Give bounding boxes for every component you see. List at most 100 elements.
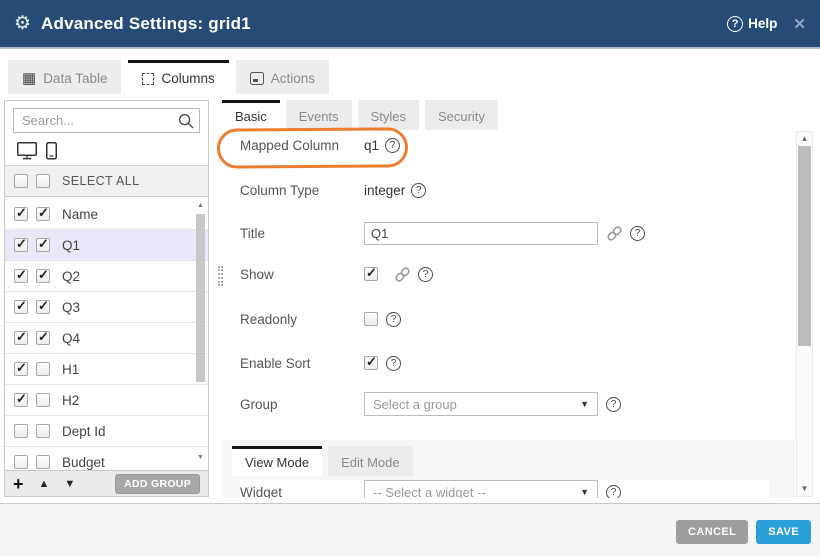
- desktop-checkbox[interactable]: [14, 238, 28, 252]
- column-label: Dept Id: [62, 424, 106, 439]
- field-help-icon[interactable]: ?: [418, 267, 433, 282]
- mobile-checkbox[interactable]: [36, 300, 50, 314]
- tab-label: Events: [299, 109, 339, 124]
- select-all-mobile-checkbox[interactable]: [36, 174, 50, 188]
- gear-icon: ⚙: [14, 14, 31, 33]
- column-type-value: integer: [364, 183, 405, 198]
- tab-columns[interactable]: Columns: [128, 60, 228, 94]
- desktop-checkbox[interactable]: [14, 455, 28, 469]
- scroll-up-icon[interactable]: ▲: [196, 201, 205, 210]
- mobile-checkbox[interactable]: [36, 207, 50, 221]
- move-up-button[interactable]: ▲: [39, 478, 50, 490]
- desktop-checkbox[interactable]: [14, 300, 28, 314]
- tab-basic[interactable]: Basic: [222, 100, 280, 130]
- help-button[interactable]: ? Help: [727, 16, 777, 32]
- tab-styles[interactable]: Styles: [358, 100, 419, 130]
- desktop-checkbox[interactable]: [14, 269, 28, 283]
- desktop-checkbox[interactable]: [14, 362, 28, 376]
- scroll-down-icon[interactable]: ▼: [196, 453, 205, 462]
- tab-view-mode[interactable]: View Mode: [232, 446, 322, 476]
- list-item-q2[interactable]: Q2: [5, 261, 208, 292]
- list-item-h2[interactable]: H2: [5, 385, 208, 416]
- field-help-icon[interactable]: ?: [385, 138, 400, 153]
- list-item-q1[interactable]: Q1: [5, 230, 208, 261]
- tab-actions[interactable]: Actions: [236, 60, 329, 94]
- scroll-down-icon[interactable]: ▼: [797, 483, 812, 495]
- mobile-checkbox[interactable]: [36, 393, 50, 407]
- field-help-icon[interactable]: ?: [606, 485, 621, 499]
- tab-data-table[interactable]: ▦ Data Table: [8, 60, 121, 94]
- tab-events[interactable]: Events: [286, 100, 352, 130]
- detail-tab-bar: Basic Events Styles Security: [222, 100, 795, 130]
- list-item-q4[interactable]: Q4: [5, 323, 208, 354]
- group-select[interactable]: Select a group ▼: [364, 392, 598, 416]
- columns-icon: [142, 73, 154, 85]
- desktop-icon[interactable]: [17, 142, 37, 160]
- search-input[interactable]: [13, 108, 200, 133]
- field-help-icon[interactable]: ?: [606, 397, 621, 412]
- mobile-icon[interactable]: [46, 142, 57, 160]
- help-label: Help: [748, 16, 777, 31]
- close-icon[interactable]: ✕: [793, 15, 806, 33]
- column-label: Q2: [62, 269, 80, 284]
- mobile-checkbox[interactable]: [36, 362, 50, 376]
- field-help-icon[interactable]: ?: [411, 183, 426, 198]
- field-label: Group: [240, 397, 364, 412]
- cancel-button[interactable]: CANCEL: [676, 520, 748, 544]
- save-button[interactable]: SAVE: [756, 520, 811, 544]
- mobile-checkbox[interactable]: [36, 455, 50, 469]
- mobile-checkbox[interactable]: [36, 331, 50, 345]
- add-column-button[interactable]: +: [13, 475, 24, 493]
- column-label: Q3: [62, 300, 80, 315]
- readonly-checkbox[interactable]: [364, 312, 378, 326]
- desktop-checkbox[interactable]: [14, 424, 28, 438]
- list-item-q3[interactable]: Q3: [5, 292, 208, 323]
- list-item-dept-id[interactable]: Dept Id: [5, 416, 208, 447]
- scroll-up-icon[interactable]: ▲: [797, 133, 812, 145]
- tab-label: Basic: [235, 109, 267, 124]
- tab-edit-mode[interactable]: Edit Mode: [328, 446, 413, 476]
- bind-link-icon[interactable]: [606, 225, 623, 242]
- field-help-icon[interactable]: ?: [630, 226, 645, 241]
- field-column-type: Column Type integer ?: [240, 180, 769, 200]
- mobile-checkbox[interactable]: [36, 238, 50, 252]
- field-help-icon[interactable]: ?: [386, 312, 401, 327]
- column-list: Name Q1 Q2 Q3 Q4 H1: [5, 199, 208, 470]
- field-label: Column Type: [240, 183, 364, 198]
- chevron-down-icon: ▼: [580, 399, 589, 409]
- list-item-name[interactable]: Name: [5, 199, 208, 230]
- detail-scrollbar-thumb[interactable]: [798, 146, 811, 346]
- tab-label: Security: [438, 109, 485, 124]
- list-item-h1[interactable]: H1: [5, 354, 208, 385]
- widget-select[interactable]: -- Select a widget -- ▼: [364, 480, 598, 498]
- select-all-desktop-checkbox[interactable]: [14, 174, 28, 188]
- column-label: Q1: [62, 238, 80, 253]
- mobile-checkbox[interactable]: [36, 424, 50, 438]
- desktop-checkbox[interactable]: [14, 207, 28, 221]
- list-scrollbar-thumb[interactable]: [196, 214, 205, 382]
- move-down-button[interactable]: ▼: [64, 478, 75, 490]
- field-label: Mapped Column: [240, 138, 364, 153]
- dialog-footer: CANCEL SAVE: [0, 504, 820, 556]
- detail-scrollbar[interactable]: ▲ ▼: [796, 131, 813, 497]
- widget-select-value: -- Select a widget --: [373, 485, 486, 499]
- column-detail-panel: Basic Events Styles Security Mapped Colu…: [222, 100, 795, 498]
- column-label: Name: [62, 207, 98, 222]
- select-all-row[interactable]: SELECT ALL: [5, 166, 208, 197]
- field-widget: Widget -- Select a widget -- ▼ ?: [240, 480, 769, 498]
- list-item-budget[interactable]: Budget: [5, 447, 208, 470]
- list-scrollbar[interactable]: ▲ ▼: [196, 201, 205, 466]
- title-input[interactable]: [364, 222, 598, 245]
- desktop-checkbox[interactable]: [14, 331, 28, 345]
- bind-link-icon[interactable]: [394, 266, 411, 283]
- field-help-icon[interactable]: ?: [386, 356, 401, 371]
- tab-security[interactable]: Security: [425, 100, 498, 130]
- enable-sort-checkbox[interactable]: [364, 356, 378, 370]
- show-checkbox[interactable]: [364, 267, 378, 281]
- desktop-checkbox[interactable]: [14, 393, 28, 407]
- dialog-title: Advanced Settings: grid1: [41, 14, 251, 34]
- tab-label: Styles: [371, 109, 406, 124]
- list-toolbar: + ▲ ▼ ADD GROUP: [5, 470, 208, 496]
- add-group-button[interactable]: ADD GROUP: [115, 474, 200, 494]
- mobile-checkbox[interactable]: [36, 269, 50, 283]
